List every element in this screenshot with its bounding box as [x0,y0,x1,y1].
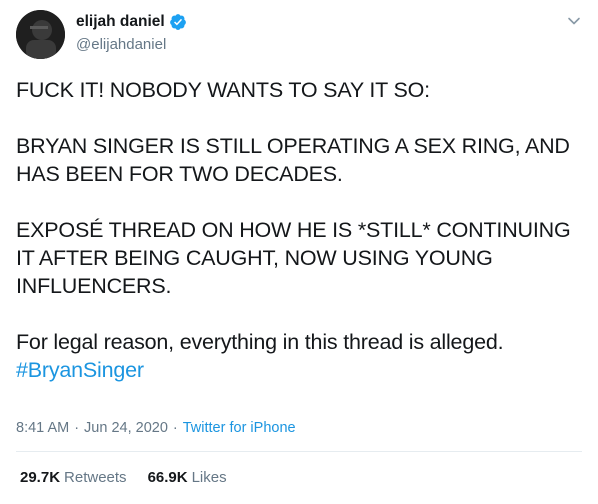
tweet-date[interactable]: Jun 24, 2020 [84,420,168,436]
tweet-card: elijah daniel @elijahdaniel FUCK IT! NOB… [0,0,598,504]
tweet-stats: 29.7K Retweets 66.9K Likes [20,469,248,486]
author-name-row[interactable]: elijah daniel [76,13,187,31]
tweet-text: FUCK IT! NOBODY WANTS TO SAY IT SO: BRYA… [16,76,586,384]
tweet-paragraph: EXPOSÉ THREAD ON HOW HE IS *STILL* CONTI… [16,218,571,298]
meta-separator: · [74,420,80,436]
retweets-count: 29.7K [20,469,61,486]
tweet-paragraph-with-hashtag: For legal reason, everything in this thr… [16,328,586,384]
likes-count: 66.9K [147,469,188,486]
tweet-paragraph: BRYAN SINGER IS STILL OPERATING A SEX RI… [16,134,570,186]
likes-label: Likes [191,469,227,486]
author-name[interactable]: elijah daniel [76,13,165,31]
likes-stat[interactable]: 66.9K Likes [148,469,227,486]
avatar[interactable] [16,10,65,59]
tweet-paragraph: FUCK IT! NOBODY WANTS TO SAY IT SO: [16,78,430,102]
tweet-meta: 8:41 AM · Jun 24, 2020 · Twitter for iPh… [16,420,296,436]
hashtag-link[interactable]: #BryanSinger [16,358,144,382]
avatar-image [16,10,65,59]
verified-badge-icon [169,13,187,31]
tweet-paragraph: For legal reason, everything in this thr… [16,330,504,354]
chevron-down-icon[interactable] [566,13,582,29]
tweet-source-link[interactable]: Twitter for iPhone [183,420,296,436]
retweets-label: Retweets [64,469,127,486]
tweet-time[interactable]: 8:41 AM [16,420,69,436]
meta-separator: · [172,420,178,436]
retweets-stat[interactable]: 29.7K Retweets [20,469,127,486]
divider [16,451,582,452]
author-handle[interactable]: @elijahdaniel [76,36,166,53]
